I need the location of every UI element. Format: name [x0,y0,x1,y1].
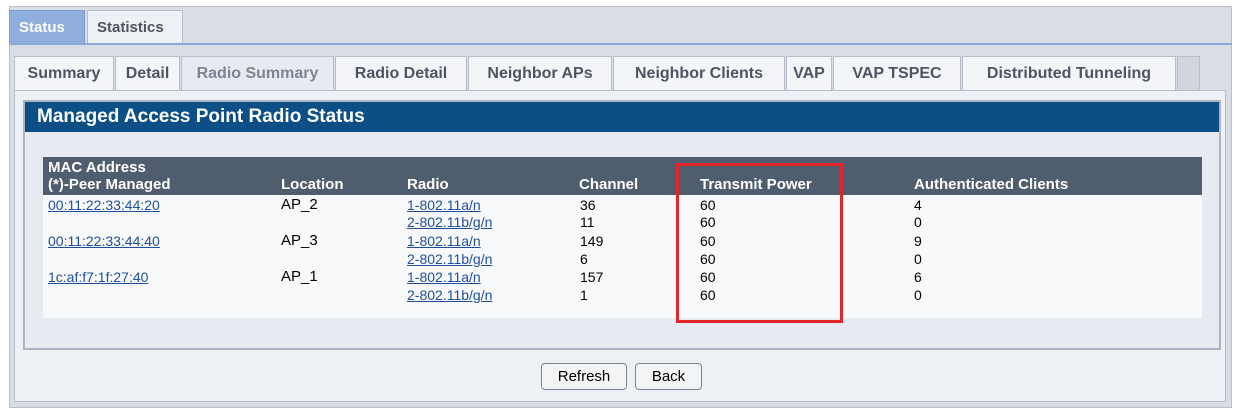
table-body: 00:11:22:33:44:20 AP_2 1-802.11a/n 36 60… [43,195,1202,318]
authenticated-clients-cell: 0 [914,287,922,303]
header-authenticated-clients: Authenticated Clients [914,176,1069,193]
authenticated-clients-cell: 0 [914,214,922,230]
mac-link[interactable]: 1c:af:f7:1f:27:40 [48,269,148,285]
panel-title: Managed Access Point Radio Status [25,102,1219,132]
location-cell: AP_1 [281,268,318,285]
sub-tab-bar-end [1177,56,1200,91]
location-cell: AP_2 [281,196,318,213]
refresh-button[interactable]: Refresh [541,363,627,390]
radio-link[interactable]: 2-802.11b/g/n [407,251,492,267]
sub-tab-bar: Summary Detail Radio Summary Radio Detai… [14,56,1200,91]
channel-cell: 6 [580,251,588,267]
authenticated-clients-cell: 0 [914,251,922,267]
transmit-power-cell: 60 [700,197,716,213]
header-mac-address: MAC Address [48,159,146,176]
transmit-power-cell: 60 [700,269,716,285]
channel-cell: 157 [580,269,604,285]
tab-neighbor-clients[interactable]: Neighbor Clients [613,56,785,91]
radio-link[interactable]: 1-802.11a/n [407,233,481,249]
radio-link[interactable]: 1-802.11a/n [407,269,481,285]
location-cell: AP_3 [281,232,318,249]
channel-cell: 11 [580,214,595,230]
header-radio: Radio [407,176,449,193]
tab-vap[interactable]: VAP [786,56,832,91]
radio-link[interactable]: 1-802.11a/n [407,197,481,213]
table-header: MAC Address (*)-Peer Managed Location Ra… [43,157,1202,195]
transmit-power-cell: 60 [700,251,716,267]
mac-link[interactable]: 00:11:22:33:44:40 [48,233,160,249]
header-transmit-power: Transmit Power [700,176,812,193]
transmit-power-cell: 60 [700,287,716,303]
tab-status[interactable]: Status [9,10,85,43]
back-button[interactable]: Back [635,363,702,390]
tab-statistics[interactable]: Statistics [87,10,183,43]
tab-neighbor-aps[interactable]: Neighbor APs [468,56,612,91]
mac-link[interactable]: 00:11:22:33:44:20 [48,197,160,213]
radio-link[interactable]: 2-802.11b/g/n [407,214,492,230]
channel-cell: 36 [580,197,596,213]
top-tab-bar: Status Statistics [9,10,185,44]
channel-cell: 149 [580,233,604,249]
authenticated-clients-cell: 9 [914,233,922,249]
tab-bar-divider [9,43,1232,45]
header-peer-managed: (*)-Peer Managed [48,176,171,193]
header-location: Location [281,176,344,193]
tab-detail[interactable]: Detail [115,56,180,91]
tab-vap-tspec[interactable]: VAP TSPEC [833,56,961,91]
tab-radio-summary[interactable]: Radio Summary [181,56,334,91]
header-channel: Channel [579,176,639,193]
tab-radio-detail[interactable]: Radio Detail [335,56,467,91]
transmit-power-cell: 60 [700,233,716,249]
authenticated-clients-cell: 4 [914,197,922,213]
tab-summary[interactable]: Summary [14,56,114,91]
tab-distributed-tunneling[interactable]: Distributed Tunneling [962,56,1176,91]
transmit-power-cell: 60 [700,214,716,230]
radio-link[interactable]: 2-802.11b/g/n [407,287,492,303]
channel-cell: 1 [580,287,588,303]
authenticated-clients-cell: 6 [914,269,922,285]
